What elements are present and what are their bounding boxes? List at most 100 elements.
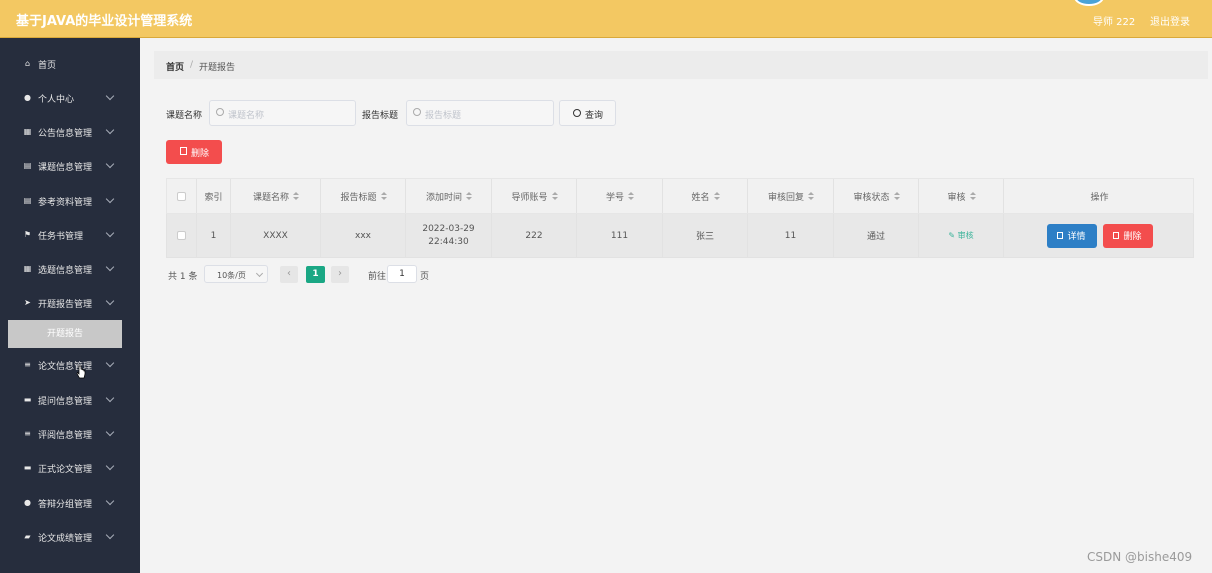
report-title-input[interactable]: 报告标题 [406,100,554,126]
column-header[interactable]: 学号 [577,179,663,213]
chevron-down-icon [105,358,115,368]
header-select-all[interactable] [167,179,197,213]
chevron-down-icon [105,91,115,101]
detail-button[interactable]: 详情 [1046,223,1097,248]
app-title: 基于JAVA的毕业设计管理系统 [16,14,193,29]
goto-label: 前往 [368,272,387,282]
search-icon [413,108,421,116]
doc-icon: ▤ [23,161,32,170]
sort-icon[interactable] [628,192,634,200]
sort-icon[interactable] [380,192,387,200]
batch-delete-button[interactable]: 删除 [166,140,222,164]
breadcrumb-separator: / [190,60,194,70]
sidebar-subitem-proposal-report[interactable]: 开题报告 [8,320,122,348]
sidebar-item-label: 论文成绩管理 [38,534,93,544]
goto-page-input[interactable]: 1 [387,265,417,283]
logout-link[interactable]: 退出登录 [1150,13,1190,28]
sidebar-item-selection[interactable]: ▦ 选题信息管理 [0,260,140,280]
column-header[interactable]: 审核状态 [834,179,919,213]
send-icon: ➤ [24,298,31,307]
sort-icon[interactable] [969,192,976,200]
flag-icon: ⚑ [23,230,32,239]
query-button-label: 查询 [585,111,604,121]
monitor-icon: ▬ [23,463,32,472]
sidebar-item-thesis[interactable]: ≡ 论文信息管理 [0,356,140,376]
search-icon [573,109,581,117]
sidebar-item-topic[interactable]: ▤ 课题信息管理 [0,157,140,177]
column-header[interactable]: 审核 [919,179,1004,213]
sidebar-item-home[interactable]: ⌂ 首页 [0,55,140,75]
checkbox[interactable] [177,191,186,201]
sidebar-item-notice[interactable]: ▦ 公告信息管理 [0,123,140,143]
user-icon: ● [24,93,31,102]
column-header[interactable]: 导师账号 [492,179,577,213]
sidebar-item-label: 开题报告管理 [38,300,93,310]
chevron-down-icon [255,269,264,278]
report-title-label: 报告标题 [362,111,399,121]
chevron-down-icon [105,228,115,238]
sort-icon[interactable] [893,192,900,200]
sidebar-item-label: 首页 [38,61,57,71]
sort-icon[interactable] [293,192,299,200]
sidebar-item-defense-group[interactable]: ● 答辩分组管理 [0,494,140,514]
sidebar-item-proposal[interactable]: ➤ 开题报告管理 [0,294,140,314]
cell-audit: ✎ 审核 [919,214,1004,257]
sidebar-item-label: 课题信息管理 [38,163,93,173]
trash-icon [1113,232,1120,239]
sort-icon[interactable] [808,192,814,200]
breadcrumb-home[interactable]: 首页 [166,60,184,73]
sidebar-item-question[interactable]: ▬ 提问信息管理 [0,391,140,411]
sidebar-item-task[interactable]: ⚑ 任务书管理 [0,226,140,246]
pagination: 共 1 条 10条/页 ‹ 1 › 前往 1 页 [168,265,668,283]
sort-icon[interactable] [551,192,558,200]
column-header[interactable]: 报告标题 [321,179,406,213]
cell-student-id: 111 [577,214,663,257]
chevron-down-icon [105,125,115,135]
cell-audit-reply: 11 [748,214,834,257]
column-header: 索引 [197,179,231,213]
cell-audit-status: 通过 [834,214,919,257]
chevron-down-icon [105,159,115,169]
column-header[interactable]: 课题名称 [231,179,321,213]
query-button[interactable]: 查询 [559,100,616,126]
checkbox[interactable] [177,231,186,240]
sidebar-item-label: 答辩分组管理 [38,500,93,510]
sidebar-item-reference[interactable]: ▤ 参考资料管理 [0,192,140,212]
sidebar-item-label: 选题信息管理 [38,266,93,276]
sidebar-item-label: 提问信息管理 [38,397,93,407]
doc-icon: ▤ [23,196,32,205]
sort-icon[interactable] [713,192,720,200]
column-header[interactable]: 审核回复 [748,179,834,213]
row-select[interactable] [167,214,197,257]
sidebar-item-formal-thesis[interactable]: ▬ 正式论文管理 [0,459,140,479]
mouse-cursor-icon [76,365,86,379]
sort-icon[interactable] [466,192,472,200]
column-header[interactable]: 添加时间 [406,179,492,213]
grid-icon: ▦ [23,127,32,136]
chevron-down-icon [105,530,115,540]
next-page-button[interactable]: › [331,266,349,283]
chevron-down-icon [105,427,115,437]
row-delete-button[interactable]: 删除 [1102,223,1153,248]
sidebar-item-label: 个人中心 [38,95,75,105]
bulb-icon: ● [24,498,31,507]
prev-page-button[interactable]: ‹ [280,266,298,283]
watermark: CSDN @bishe409 [1087,550,1193,564]
topic-name-input[interactable]: 课题名称 [209,100,356,126]
page-size-select[interactable]: 10条/页 [204,265,268,283]
sidebar-item-review[interactable]: ≡ 评阅信息管理 [0,425,140,445]
cell-name: 张三 [663,214,748,257]
page-1-button[interactable]: 1 [306,266,325,283]
table-row: 1 XXXX xxx 2022-03-29 22:44:30 222 111 张… [166,214,1194,258]
sidebar-item-personal-center[interactable]: ● 个人中心 [0,89,140,109]
report-title-placeholder: 报告标题 [425,111,462,121]
page-size-value: 10条/页 [217,271,246,280]
avatar[interactable] [1074,0,1104,6]
topic-name-placeholder: 课题名称 [228,111,265,121]
list-icon: ≡ [24,360,31,369]
chevron-down-icon [105,194,115,204]
audit-link[interactable]: ✎ 审核 [948,230,973,241]
sidebar-item-grades[interactable]: ▰ 论文成绩管理 [0,528,140,548]
column-header[interactable]: 姓名 [663,179,748,213]
sidebar-item-label: 任务书管理 [38,232,84,242]
